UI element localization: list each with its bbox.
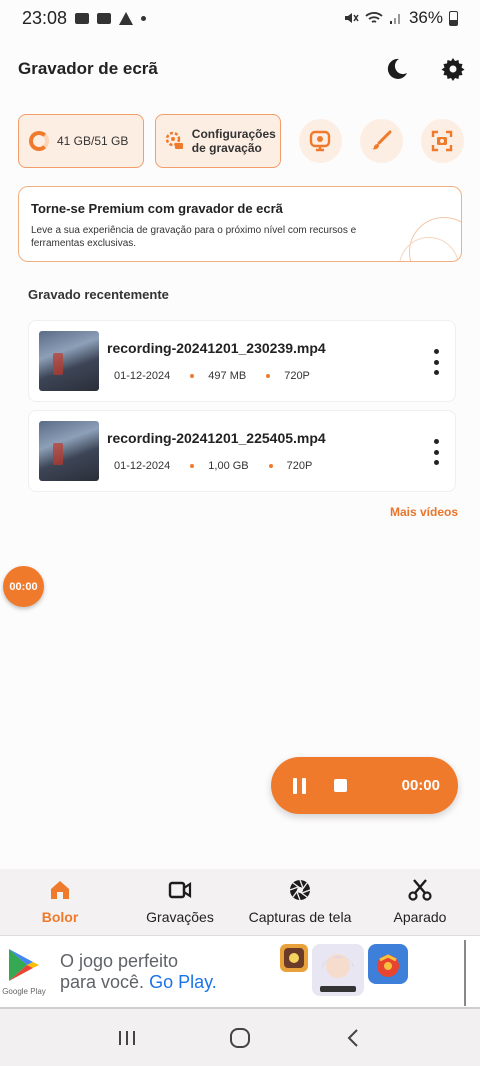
config-line-1: Configurações	[191, 127, 276, 141]
premium-title: Torne-se Premium com gravador de ecrã	[31, 201, 283, 216]
recording-item[interactable]: recording-20241201_225405.mp4 01-12-2024…	[28, 410, 456, 492]
bottom-nav: Bolor Gravações Capturas de tela Aparado	[0, 869, 480, 935]
google-play-icon	[9, 949, 39, 981]
aperture-icon	[288, 879, 312, 901]
recording-item[interactable]: recording-20241201_230239.mp4 01-12-2024…	[28, 320, 456, 402]
meta-separator	[190, 464, 195, 468]
more-notifications-icon	[141, 15, 147, 21]
header-actions	[384, 56, 466, 82]
recording-name: recording-20241201_230239.mp4	[107, 340, 326, 356]
game-app-icon	[280, 944, 308, 972]
nav-item-recordings[interactable]: Gravações	[120, 869, 240, 935]
ad-line-2: para você. Go Play.	[60, 972, 217, 993]
mute-icon	[344, 13, 359, 23]
video-camera-icon	[168, 879, 192, 901]
premium-banner[interactable]: Torne-se Premium com gravador de ecrã Le…	[18, 186, 462, 262]
nav-label: Gravações	[146, 909, 214, 925]
more-options-icon[interactable]	[431, 439, 441, 465]
storage-ring-icon	[29, 131, 49, 151]
recording-thumbnail	[39, 421, 99, 481]
tools-row: 41 GB/51 GB Configurações de gravação	[18, 114, 464, 168]
ad-line-2-accent: Go Play.	[149, 971, 217, 992]
app-title: Gravador de ecrã	[18, 59, 158, 78]
status-time: 23:08	[22, 7, 68, 28]
battery-percent: 36%	[408, 8, 443, 27]
storage-label: 41 GB/51 GB	[57, 134, 129, 148]
brush-button[interactable]	[359, 119, 403, 163]
media-notification-icon	[97, 12, 112, 24]
signal-icon	[389, 14, 400, 24]
recording-date: 01-12-2024	[114, 460, 171, 472]
google-play-logo: Google Play	[0, 935, 48, 1009]
status-bar: 23:08 36%	[0, 0, 480, 36]
premium-description: Leve a sua experiência de gravação para …	[31, 225, 357, 249]
anime-game-icon	[312, 944, 364, 996]
recording-info: recording-20241201_225405.mp4 01-12-2024…	[107, 430, 326, 472]
video-notification-icon	[75, 12, 90, 24]
nav-item-home[interactable]: Bolor	[0, 869, 120, 935]
nav-label: Bolor	[41, 909, 79, 925]
warning-icon	[119, 11, 134, 25]
home-button-icon[interactable]	[228, 1026, 252, 1050]
ad-text: O jogo perfeito para você. Go Play.	[60, 951, 217, 993]
settings-video-icon	[165, 131, 183, 149]
stop-icon[interactable]	[334, 779, 347, 792]
recent-section-title: Gravado recentemente	[28, 287, 169, 302]
recording-resolution: 720P	[286, 460, 313, 472]
recording-size: 1,00 GB	[208, 460, 249, 472]
system-navigation	[0, 1009, 480, 1066]
home-icon	[48, 879, 72, 901]
more-videos-link[interactable]: Mais vídeos	[390, 505, 458, 519]
recording-size: 497 MB	[208, 370, 247, 382]
recording-info: recording-20241201_230239.mp4 01-12-2024…	[107, 340, 326, 382]
ad-line-2-prefix: para você.	[60, 971, 150, 992]
nav-label: Aparado	[393, 909, 447, 925]
recording-thumbnail	[39, 331, 99, 391]
recording-date: 01-12-2024	[114, 370, 171, 382]
battery-icon	[449, 10, 458, 26]
recording-settings-button[interactable]: Configurações de gravação	[154, 114, 281, 168]
webcam-icon	[309, 130, 331, 152]
meta-separator	[190, 374, 195, 378]
screenshot-icon	[432, 130, 453, 152]
ad-line-1: O jogo perfeito	[60, 950, 179, 971]
back-icon[interactable]	[341, 1026, 365, 1050]
status-left: 23:08	[22, 7, 147, 29]
recording-resolution: 720P	[284, 370, 310, 382]
recording-list: recording-20241201_230239.mp4 01-12-2024…	[28, 320, 456, 500]
google-play-label: Google Play	[2, 987, 46, 996]
ad-app-icons	[280, 944, 408, 996]
meta-separator	[266, 374, 271, 378]
brush-icon	[372, 130, 392, 150]
webcam-button[interactable]	[298, 119, 342, 163]
screenshot-button[interactable]	[420, 119, 464, 163]
recording-name: recording-20241201_225405.mp4	[107, 430, 326, 446]
status-right: 36%	[343, 8, 458, 28]
gear-icon[interactable]	[440, 56, 466, 82]
recents-icon[interactable]	[115, 1026, 139, 1050]
wifi-icon	[365, 12, 383, 23]
app-header: Gravador de ecrã	[18, 52, 466, 86]
nav-item-screenshots[interactable]: Capturas de tela	[240, 869, 360, 935]
moon-icon[interactable]	[384, 56, 410, 82]
storage-indicator[interactable]: 41 GB/51 GB	[18, 114, 144, 168]
record-control-bar: 00:00	[271, 757, 458, 814]
scissors-icon	[408, 879, 432, 901]
recording-meta: 01-12-2024 1,00 GB 720P	[107, 460, 326, 472]
pause-icon[interactable]	[293, 777, 306, 794]
record-timer: 00:00	[401, 777, 440, 794]
nav-item-trimmed[interactable]: Aparado	[360, 869, 480, 935]
recording-meta: 01-12-2024 497 MB 720P	[107, 370, 326, 382]
config-line-2: de gravação	[191, 141, 262, 155]
floating-timer-bubble[interactable]: 00:00	[3, 566, 44, 607]
more-options-icon[interactable]	[431, 349, 441, 375]
candy-game-icon	[368, 944, 408, 984]
ad-banner[interactable]: Google Play O jogo perfeito para você. G…	[0, 935, 480, 1009]
ad-divider	[464, 940, 466, 1006]
nav-label: Capturas de tela	[248, 909, 352, 925]
meta-separator	[268, 464, 273, 468]
recording-settings-label: Configurações de gravação	[192, 127, 276, 155]
